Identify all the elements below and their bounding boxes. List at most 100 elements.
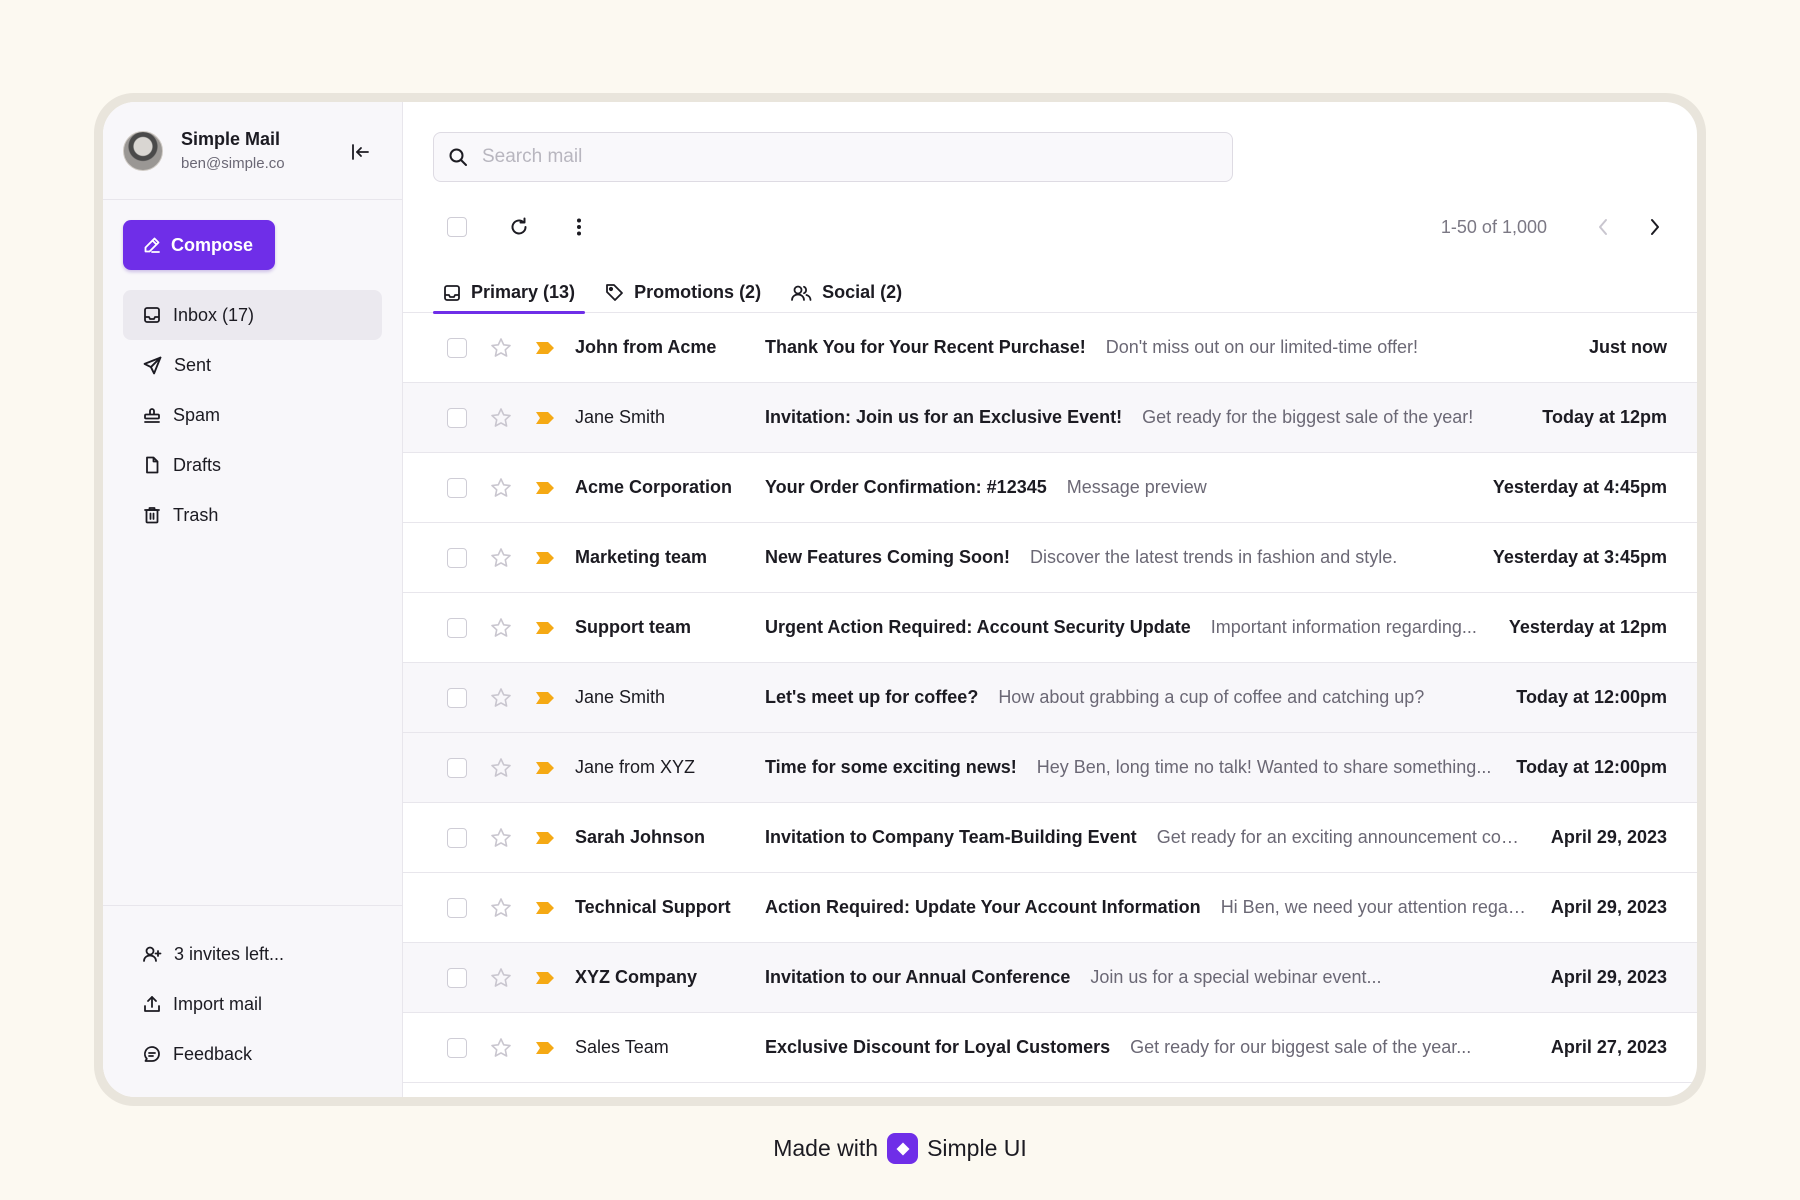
feedback-link[interactable]: Feedback [123, 1029, 382, 1079]
mail-subject: New Features Coming Soon! [765, 547, 1011, 567]
tab-promotions[interactable]: Promotions (2) [595, 272, 771, 313]
star-button[interactable] [489, 966, 513, 990]
star-button[interactable] [489, 686, 513, 710]
important-marker[interactable] [533, 826, 557, 850]
star-button[interactable] [489, 546, 513, 570]
sidebar-item-trash[interactable]: Trash [123, 490, 382, 540]
important-marker[interactable] [533, 476, 557, 500]
row-checkbox[interactable] [447, 617, 467, 638]
row-checkbox[interactable] [447, 547, 467, 568]
search-input[interactable] [482, 146, 1182, 168]
avatar[interactable] [123, 130, 163, 171]
sidebar-item-label: Drafts [173, 454, 222, 475]
mail-date: Yesterday at 4:45pm [1492, 477, 1667, 497]
star-button[interactable] [489, 896, 513, 920]
mail-row[interactable]: Marketing team New Features Coming Soon! D… [403, 523, 1697, 593]
mail-row[interactable]: Jane Smith Invitation: Join us for an Exc… [403, 383, 1697, 453]
important-marker[interactable] [533, 336, 557, 360]
star-icon [491, 547, 511, 567]
mail-row[interactable]: John from Acme Thank You for Your Recent … [403, 313, 1697, 383]
select-all-checkbox[interactable] [447, 217, 467, 237]
sidebar-item-inbox[interactable]: Inbox (17) [123, 290, 382, 340]
search-bar[interactable] [433, 132, 1233, 182]
sidebar-item-label: Sent [174, 354, 212, 375]
row-checkbox[interactable] [447, 477, 467, 498]
mail-preview: Important information regarding... [1210, 617, 1477, 637]
mail-row[interactable]: Sales Team Exclusive Discount for Loyal C… [403, 1013, 1697, 1083]
mail-preview: Message preview [1066, 477, 1207, 497]
star-button[interactable] [489, 756, 513, 780]
label-tag-icon [536, 1041, 554, 1054]
important-marker[interactable] [533, 966, 557, 990]
mail-row[interactable]: Support team Urgent Action Required: Acco… [403, 593, 1697, 663]
mail-row[interactable]: Sarah Johnson Invitation to Company Team-… [403, 803, 1697, 873]
star-button[interactable] [489, 826, 513, 850]
row-checkbox[interactable] [447, 967, 467, 988]
row-checkbox[interactable] [447, 897, 467, 918]
chat-bubble-icon [144, 1046, 160, 1062]
important-marker[interactable] [533, 406, 557, 430]
mail-subject: Let's meet up for coffee? [765, 687, 979, 707]
row-checkbox[interactable] [447, 1037, 467, 1058]
sidebar-item-drafts[interactable]: Drafts [123, 440, 382, 490]
more-options-button[interactable] [567, 215, 591, 239]
brand-name: Simple UI [927, 1135, 1027, 1161]
pagination-range: 1-50 of 1,000 [1440, 216, 1547, 237]
important-marker[interactable] [533, 546, 557, 570]
refresh-button[interactable] [507, 215, 531, 239]
star-button[interactable] [489, 476, 513, 500]
star-icon [491, 897, 511, 917]
mail-sender: Sarah Johnson [575, 827, 706, 847]
row-checkbox[interactable] [447, 337, 467, 358]
prev-page-button[interactable] [1591, 215, 1615, 239]
mail-row[interactable]: XYZ Company Invitation to our Annual Conf… [403, 943, 1697, 1013]
mail-sender: Jane Smith [575, 687, 666, 707]
star-button[interactable] [489, 1036, 513, 1060]
mail-row[interactable]: Jane from XYZ Time for some exciting news… [403, 733, 1697, 803]
mail-toolbar: 1-50 of 1,000 [403, 182, 1697, 272]
compose-button[interactable]: Compose [123, 220, 275, 270]
next-page-button[interactable] [1643, 215, 1667, 239]
tab-social[interactable]: Social (2) [781, 272, 912, 313]
inbox-icon [444, 284, 460, 301]
sidebar-item-label: Inbox (17) [173, 304, 255, 325]
star-icon [491, 687, 511, 707]
tab-label: Primary (13) [471, 282, 576, 302]
account-name: Simple Mail [181, 129, 281, 149]
important-marker[interactable] [533, 616, 557, 640]
label-tag-icon [536, 481, 554, 494]
tab-primary[interactable]: Primary (13) [433, 272, 586, 314]
mail-date: Today at 12:00pm [1516, 757, 1667, 777]
row-checkbox[interactable] [447, 827, 467, 848]
row-checkbox[interactable] [447, 687, 467, 708]
star-button[interactable] [489, 336, 513, 360]
important-marker[interactable] [533, 1036, 557, 1060]
star-button[interactable] [489, 616, 513, 640]
row-checkbox[interactable] [447, 407, 467, 428]
collapse-sidebar-button[interactable] [348, 140, 372, 164]
sidebar-footer: 3 invites left... Import mail Feedback [103, 905, 402, 1097]
mail-preview: Hey Ben, long time no talk! Wanted to sh… [1036, 757, 1492, 777]
mail-preview: Join us for a special webinar event... [1090, 967, 1382, 987]
mail-row[interactable]: Technical Support Action Required: Update… [403, 873, 1697, 943]
invites-link[interactable]: 3 invites left... [123, 929, 382, 979]
mail-date: Today at 12:00pm [1516, 687, 1667, 707]
sidebar-item-sent[interactable]: Sent [123, 340, 382, 390]
important-marker[interactable] [533, 896, 557, 920]
important-marker[interactable] [533, 686, 557, 710]
category-tabs: Primary (13) Promotions (2) Social (2) [403, 272, 1697, 314]
made-with-text: Made with [773, 1135, 879, 1161]
mail-sender: Jane Smith [575, 407, 666, 427]
refresh-icon [511, 217, 527, 235]
mail-row[interactable]: Jane Smith Let's meet up for coffee? How a… [403, 663, 1697, 733]
star-button[interactable] [489, 406, 513, 430]
mail-row[interactable]: Acme Corporation Your Order Confirmation:… [403, 453, 1697, 523]
row-checkbox[interactable] [447, 757, 467, 778]
import-mail-link[interactable]: Import mail [123, 979, 382, 1029]
mail-subject: Invitation to our Annual Conference [765, 967, 1071, 987]
chevron-left-icon [1599, 219, 1607, 235]
sidebar-item-spam[interactable]: Spam [123, 390, 382, 440]
account-email: ben@simple.co [181, 155, 285, 172]
important-marker[interactable] [533, 756, 557, 780]
trash-icon [144, 507, 160, 524]
